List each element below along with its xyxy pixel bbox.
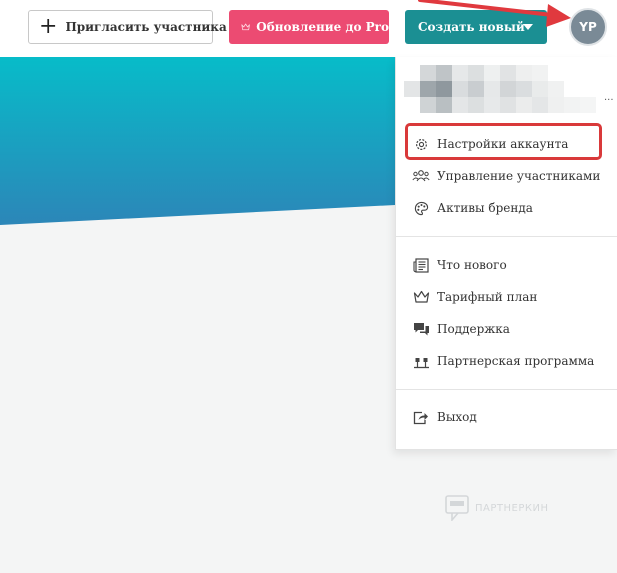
- chevron-down-icon[interactable]: [523, 24, 533, 30]
- plus-icon: +: [39, 14, 58, 39]
- newspaper-icon: [412, 256, 430, 274]
- team-icon: [412, 167, 430, 185]
- watermark-text: ПАРТНЕРКИН: [475, 502, 549, 514]
- menu-item-affiliate-program[interactable]: Партнерская программа: [412, 350, 602, 372]
- chat-icon: [412, 320, 430, 338]
- blurred-account-name: [404, 65, 596, 113]
- menu-item-label: Что нового: [437, 258, 507, 272]
- watermark-logo-icon: [445, 495, 469, 521]
- menu-divider: [396, 389, 617, 390]
- menu-item-manage-members[interactable]: Управление участниками: [412, 165, 602, 187]
- palette-icon: [412, 199, 430, 217]
- menu-item-whats-new[interactable]: Что нового: [412, 254, 602, 276]
- user-avatar[interactable]: YP: [569, 8, 607, 46]
- crown-icon: [412, 288, 430, 306]
- create-new-label: Создать новый: [418, 20, 525, 34]
- menu-item-support[interactable]: Поддержка: [412, 318, 602, 340]
- invite-member-button[interactable]: + Пригласить участника: [28, 10, 227, 44]
- watermark: ПАРТНЕРКИН: [445, 495, 548, 521]
- menu-item-label: Активы бренда: [437, 201, 533, 215]
- create-new-button[interactable]: Создать новый: [405, 10, 547, 44]
- hero-banner: [0, 57, 395, 225]
- menu-item-label: Поддержка: [437, 322, 510, 336]
- menu-item-brand-assets[interactable]: Активы бренда: [412, 197, 602, 219]
- upgrade-pro-label: Обновление до Pro: [256, 20, 389, 34]
- crown-icon: [241, 23, 250, 31]
- menu-item-label: Выход: [437, 410, 477, 424]
- account-name-ellipsis: ...: [604, 92, 614, 103]
- logout-icon: [412, 408, 430, 426]
- menu-item-label: Тарифный план: [437, 290, 538, 304]
- menu-item-label: Партнерская программа: [437, 354, 595, 368]
- invite-member-label: Пригласить участника: [65, 20, 227, 34]
- menu-item-pricing-plan[interactable]: Тарифный план: [412, 286, 602, 308]
- upgrade-pro-button[interactable]: Обновление до Pro: [229, 10, 389, 44]
- account-dropdown-menu: ... Настройки аккаунта Управление участн…: [395, 57, 617, 450]
- highlight-frame: [405, 123, 602, 160]
- affiliate-icon: [412, 352, 430, 370]
- menu-divider: [396, 236, 617, 237]
- menu-item-logout[interactable]: Выход: [412, 406, 602, 428]
- menu-item-label: Управление участниками: [437, 169, 601, 183]
